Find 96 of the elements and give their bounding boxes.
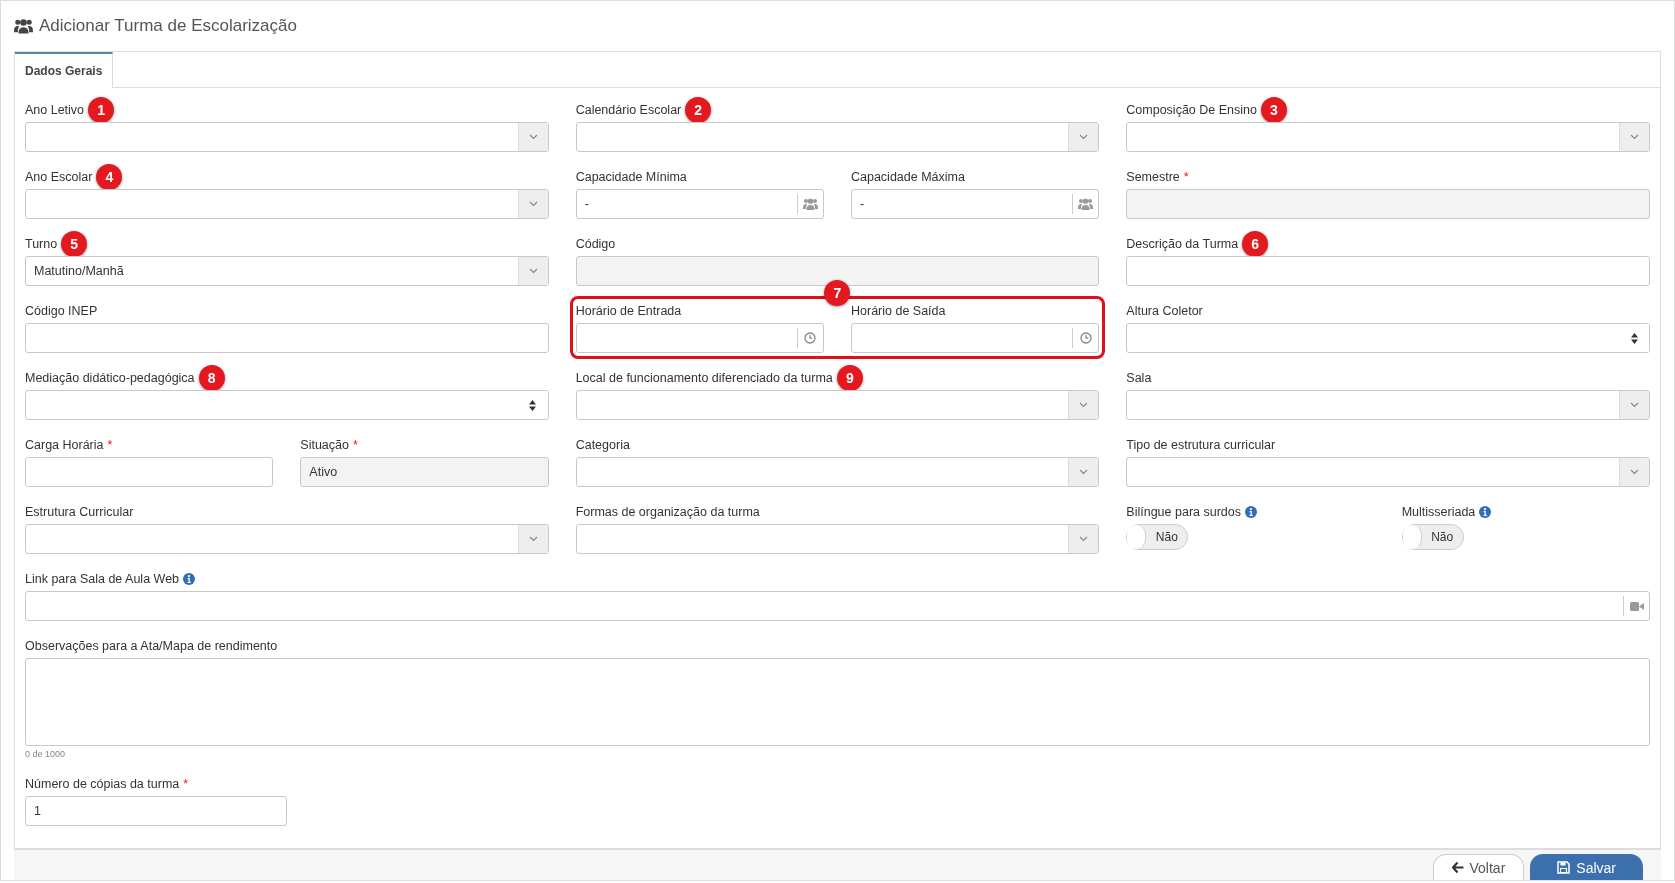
field-label: Tipo de estrutura curricular xyxy=(1126,437,1276,452)
sort-icon xyxy=(1630,332,1638,344)
field-label: Observações para a Ata/Mapa de rendimento xyxy=(25,638,278,653)
field-label: Turno xyxy=(25,236,58,251)
number-marker: 1 xyxy=(88,96,115,123)
field-label: Ano Escolar xyxy=(25,169,93,184)
users-icon xyxy=(803,198,818,210)
field-label: Carga Horária xyxy=(25,437,104,452)
select-field[interactable] xyxy=(1126,457,1650,487)
field-label: Semestre xyxy=(1126,169,1180,184)
clock-icon xyxy=(1079,332,1092,344)
clock-icon xyxy=(804,332,817,344)
select-field[interactable]: Matutino/Manhã xyxy=(25,256,549,286)
field-label: Situação xyxy=(300,437,349,452)
field-label: Capacidade Máxima xyxy=(851,169,965,184)
select-field[interactable] xyxy=(25,390,549,420)
chevron-down-icon xyxy=(1630,134,1639,140)
field-value: 1 xyxy=(33,804,42,818)
page-title: Adicionar Turma de Escolarização xyxy=(39,16,297,36)
number-marker: 2 xyxy=(685,96,712,123)
field-label: Código xyxy=(575,236,616,251)
select-field[interactable] xyxy=(575,390,1100,420)
toggle-switch[interactable]: Não xyxy=(1401,524,1464,550)
field-label: Horário de Saída xyxy=(851,303,946,318)
field-label: Estrutura Curricular xyxy=(25,504,134,519)
field-label: Capacidade Mínima xyxy=(575,169,687,184)
field-value: Ativo xyxy=(308,465,339,479)
select-field[interactable] xyxy=(575,457,1100,487)
time-field[interactable] xyxy=(575,323,824,353)
number-marker: 8 xyxy=(198,364,225,391)
save-button[interactable]: Salvar xyxy=(1530,854,1643,880)
sort-icon xyxy=(529,399,537,411)
number-marker: 4 xyxy=(96,163,123,190)
field-label: Local de funcionamento diferenciado da turma xyxy=(575,370,833,385)
number-marker: 5 xyxy=(61,230,88,257)
users-icon xyxy=(1078,198,1094,210)
field-value: - xyxy=(583,197,590,211)
field-label: Composição De Ensino xyxy=(1126,102,1257,117)
number-marker: 9 xyxy=(836,364,863,391)
number-marker: 3 xyxy=(1260,96,1287,123)
chevron-down-icon xyxy=(528,134,538,140)
field-label: Mediação didático-pedagógica xyxy=(25,370,195,385)
back-button[interactable]: Voltar xyxy=(1432,854,1525,880)
tab[interactable]: Dados Gerais xyxy=(15,52,114,88)
required-mark: * xyxy=(107,437,113,452)
chevron-down-icon xyxy=(1630,469,1639,475)
users-icon xyxy=(14,18,33,34)
chevron-down-icon xyxy=(1630,402,1639,408)
field-label: Bilíngue para surdos xyxy=(1126,504,1241,519)
select-field[interactable] xyxy=(25,189,549,219)
arrow-left-icon xyxy=(1451,862,1464,873)
field-label: Categoria xyxy=(575,437,630,452)
field-value: Matutino/Manhã xyxy=(33,264,125,278)
field-label: Calendário Escolar xyxy=(575,102,682,117)
time-field[interactable] xyxy=(851,323,1100,353)
select-field[interactable] xyxy=(575,524,1100,554)
number-marker: 6 xyxy=(1242,230,1269,257)
field-label: Link para Sala de Aula Web xyxy=(25,571,180,586)
field-label: Código INEP xyxy=(25,303,98,318)
required-mark: * xyxy=(353,437,358,452)
field-value: - xyxy=(859,197,866,211)
field-label: Formas de organização da turma xyxy=(575,504,760,519)
select-field[interactable] xyxy=(25,524,549,554)
notes-textarea[interactable] xyxy=(25,658,1650,746)
required-mark: * xyxy=(183,776,189,791)
required-mark: * xyxy=(1183,169,1189,184)
chevron-down-icon xyxy=(1079,402,1089,408)
text-field[interactable]: 1 xyxy=(25,796,287,826)
number-field[interactable]: - xyxy=(851,189,1100,219)
field-label: Horário de Entrada xyxy=(575,303,682,318)
text-field[interactable] xyxy=(25,323,549,353)
field-label: Altura Coletor xyxy=(1126,303,1203,318)
number-marker: 7 xyxy=(824,280,851,306)
field-label: Descrição da Turma xyxy=(1126,236,1239,251)
select-field[interactable] xyxy=(25,122,549,152)
select-field[interactable] xyxy=(1126,390,1650,420)
toggle-switch[interactable]: Não xyxy=(1126,524,1189,550)
chevron-down-icon xyxy=(528,268,538,274)
chevron-down-icon xyxy=(1079,134,1089,140)
text-field[interactable] xyxy=(25,457,274,487)
chevron-down-icon xyxy=(1079,469,1089,475)
text-field[interactable] xyxy=(1126,256,1650,286)
url-field[interactable] xyxy=(25,591,1650,621)
select-field[interactable] xyxy=(1126,122,1650,152)
field-label: Sala xyxy=(1126,370,1152,385)
chevron-down-icon xyxy=(1079,536,1089,542)
select-field[interactable] xyxy=(575,122,1100,152)
number-field[interactable]: - xyxy=(575,189,824,219)
video-camera-icon xyxy=(1629,601,1644,611)
field-label: Ano Letivo xyxy=(25,102,85,117)
select-field[interactable] xyxy=(1126,323,1650,353)
chevron-down-icon xyxy=(528,536,538,542)
field-label: Multisseriada xyxy=(1401,504,1476,519)
field-label: Número de cópias da turma xyxy=(25,776,180,791)
chevron-down-icon xyxy=(528,201,538,207)
character-counter: 0 de 1000 xyxy=(25,749,67,759)
